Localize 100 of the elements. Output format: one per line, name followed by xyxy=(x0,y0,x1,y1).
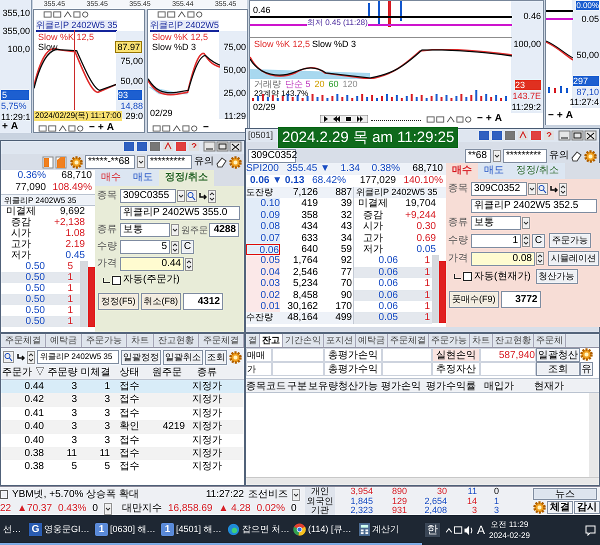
panel-tab[interactable]: 주문체결 xyxy=(388,334,429,347)
taskbar-time[interactable]: 오전 11:29 xyxy=(490,519,528,530)
scrollbar[interactable] xyxy=(432,255,439,324)
order-number-field[interactable]: 4312 xyxy=(183,293,223,310)
order-number-field[interactable]: 4288 xyxy=(209,223,239,237)
taskbar-item[interactable]: 잡으면 처… xyxy=(224,515,290,545)
panel-tab[interactable]: 예탁금 xyxy=(46,334,82,347)
toolbar-button[interactable]: − xyxy=(89,123,95,133)
name-field[interactable]: 위클리P 2402W5 355.0 xyxy=(120,206,240,220)
toolbar-button[interactable]: + xyxy=(486,114,492,124)
toolbar-button[interactable]: A xyxy=(566,111,573,121)
panel-tab[interactable]: 기간손익 xyxy=(283,334,324,347)
axis-label: 14,88 xyxy=(120,101,143,111)
price-field[interactable]: 0.44 xyxy=(120,257,184,271)
type-select[interactable]: 보통 xyxy=(471,216,521,230)
toolbar-button[interactable]: − xyxy=(203,123,209,133)
order-tab[interactable]: 매도 xyxy=(127,170,159,186)
clear-button[interactable]: C xyxy=(181,240,194,254)
panel-tab[interactable]: 주문체결 xyxy=(199,334,244,347)
toolbar-button[interactable]: − xyxy=(548,111,554,121)
gear-icon xyxy=(580,348,593,361)
taskbar-item[interactable]: 계산기 xyxy=(356,515,422,545)
scrollbar[interactable] xyxy=(589,393,599,477)
code-field[interactable]: 309C0355 xyxy=(120,189,176,203)
code-field[interactable]: 309C0352 xyxy=(471,182,527,196)
toolbar-button[interactable]: 일괄정정 xyxy=(121,350,161,364)
price-field[interactable]: 0.08 xyxy=(471,252,535,266)
panel-tab[interactable]: 주문체결 xyxy=(1,334,46,347)
column-header: 종목코드 xyxy=(246,380,286,392)
panel-tab[interactable]: 잔고 xyxy=(260,334,283,347)
taskbar-item[interactable]: 1 [4501] 해… xyxy=(158,515,224,545)
taskbar-item[interactable]: (114) [큐… xyxy=(290,515,356,545)
taskbar-item[interactable]: G 영웅문GI… xyxy=(26,515,92,545)
name-field[interactable]: 위클리P 2402W5 352.5 xyxy=(471,199,597,213)
toolbar-button[interactable]: 일괄취소 xyxy=(163,350,203,364)
order-row[interactable]: 0.40 3 3 접수 지정가 xyxy=(1,434,244,447)
toolbar-button[interactable]: + xyxy=(2,122,8,132)
action-button[interactable]: 정정(F5) xyxy=(98,293,138,310)
query-button[interactable]: 조회 xyxy=(536,362,580,376)
panel-tab[interactable]: 잔고현황 xyxy=(493,334,534,347)
time-label: 11:29:2 xyxy=(512,102,541,112)
panel-tab[interactable]: 주문가능 xyxy=(82,334,127,347)
taskbar-date[interactable]: 2024-02-29 xyxy=(489,530,530,541)
order-tab[interactable]: 매수 xyxy=(446,163,478,179)
toolbar-button[interactable]: A xyxy=(106,123,114,133)
panel-tab[interactable]: 차트 xyxy=(127,334,154,347)
quantity-field[interactable]: 5 xyxy=(120,240,170,254)
action-button[interactable]: 취소(F8) xyxy=(140,293,181,310)
checkbox[interactable] xyxy=(112,276,121,284)
fill-button[interactable]: 체결 xyxy=(547,501,573,514)
side-button[interactable]: 청산가능 xyxy=(536,269,578,284)
investor-value: 3 xyxy=(470,506,478,516)
panel-tab[interactable]: 주문가능 xyxy=(429,334,470,347)
toolbar-button[interactable]: 조회 xyxy=(205,350,227,364)
toolbar-button[interactable]: A xyxy=(494,114,502,124)
language-indicator[interactable]: A xyxy=(477,523,486,537)
panel-tab[interactable]: 주문체 xyxy=(534,334,566,347)
password-field[interactable]: ********* xyxy=(147,155,192,169)
panel-tab[interactable]: 예탁금 xyxy=(356,334,388,347)
order-tab[interactable]: 정정/취소 xyxy=(159,170,214,186)
account-field[interactable]: **68 xyxy=(465,149,491,163)
ime-indicator[interactable]: 한 xyxy=(425,523,440,537)
order-tab[interactable]: 매도 xyxy=(478,163,510,179)
side-button[interactable]: 주문가능 xyxy=(549,233,591,248)
clear-button[interactable]: C xyxy=(532,234,545,248)
order-number-field[interactable]: 3772 xyxy=(500,291,540,308)
code-field[interactable]: 309C0352 xyxy=(248,149,296,163)
instrument-field[interactable]: 위클리P 2402W5 35 xyxy=(37,350,119,364)
order-row[interactable]: 0.40 3 3 확인 4219 지정가 xyxy=(1,420,244,434)
quantity-field[interactable]: 1 xyxy=(471,234,521,248)
panel-tab[interactable]: 차트 xyxy=(470,334,493,347)
tick-quantity: 1 xyxy=(423,255,431,267)
settle-button[interactable]: 일괄청산 xyxy=(536,348,580,362)
watch-button[interactable]: 감시 xyxy=(574,501,600,514)
scrollbar[interactable] xyxy=(246,477,599,485)
count-cell: 32 xyxy=(318,210,354,222)
notice-button[interactable]: 유 xyxy=(580,362,593,376)
order-row[interactable]: 0.44 3 1 접수 지정가 xyxy=(1,380,244,394)
order-tab[interactable]: 매수 xyxy=(95,170,127,186)
type-select[interactable]: 보통 xyxy=(120,223,170,237)
password-field[interactable]: ********* xyxy=(503,149,547,163)
action-button[interactable]: 풋매수(F9) xyxy=(449,291,498,308)
scrollbar[interactable] xyxy=(80,261,88,327)
side-button[interactable]: 시뮬레이션 xyxy=(548,251,599,266)
order-row[interactable]: 0.38 11 11 접수 지정가 xyxy=(1,446,244,460)
account-field[interactable]: *****-**68 xyxy=(85,155,135,169)
checkbox[interactable] xyxy=(463,272,472,281)
toolbar-button[interactable]: A xyxy=(10,122,18,132)
order-tab[interactable]: 정정/취소 xyxy=(510,163,565,179)
toolbar-button[interactable]: − xyxy=(477,114,483,124)
taskbar-item[interactable]: 1 [0630] 해… xyxy=(92,515,158,545)
order-row[interactable]: 0.42 3 3 접수 지정가 xyxy=(1,393,244,407)
panel-tab[interactable]: 포지션 xyxy=(324,334,356,347)
toolbar-button[interactable]: + xyxy=(556,111,563,121)
ask-price: 0.07 xyxy=(246,232,280,244)
taskbar-item[interactable]: 선… xyxy=(0,515,26,545)
toolbar-button[interactable]: + xyxy=(98,123,104,133)
news-button[interactable]: 뉴스 xyxy=(533,488,597,500)
time-label: 11:29:1 xyxy=(1,112,30,122)
panel-tab[interactable]: 잔고현황 xyxy=(154,334,199,347)
